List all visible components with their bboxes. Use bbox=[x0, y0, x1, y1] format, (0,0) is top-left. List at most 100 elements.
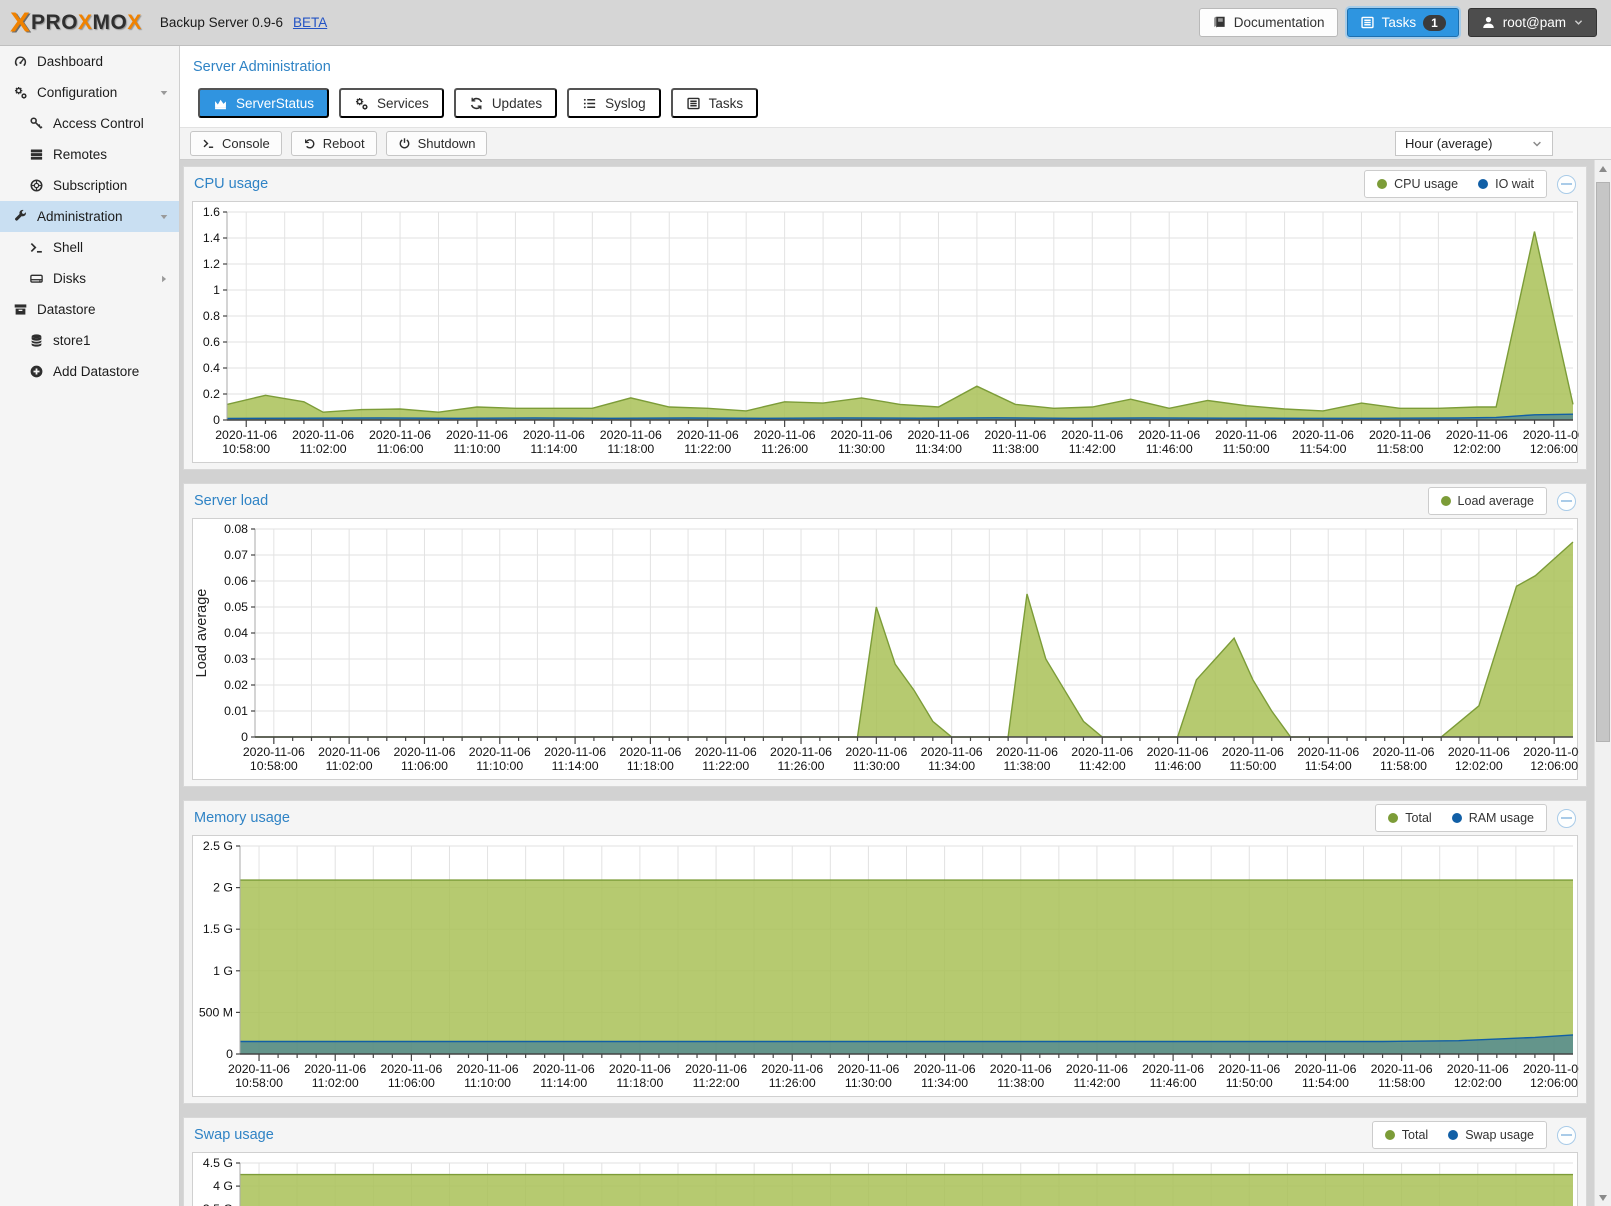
tab-syslog[interactable]: Syslog bbox=[567, 88, 661, 118]
legend-item-io-wait[interactable]: IO wait bbox=[1478, 177, 1534, 191]
svg-text:11:58:00: 11:58:00 bbox=[1380, 759, 1427, 773]
svg-text:2020-11-06: 2020-11-06 bbox=[457, 1062, 519, 1076]
timeframe-select[interactable]: Hour (average) bbox=[1395, 131, 1553, 156]
collapse-panel-icon[interactable] bbox=[1557, 1126, 1576, 1145]
svg-text:11:46:00: 11:46:00 bbox=[1146, 442, 1193, 456]
console-button[interactable]: Console bbox=[190, 131, 282, 156]
chart-legend: CPU usage IO wait bbox=[1364, 170, 1547, 198]
svg-text:11:50:00: 11:50:00 bbox=[1226, 1076, 1273, 1090]
sidebar-item-administration[interactable]: Administration bbox=[0, 201, 179, 232]
tab-serverstatus[interactable]: ServerStatus bbox=[198, 88, 329, 118]
user-menu-button[interactable]: root@pam bbox=[1468, 8, 1597, 37]
legend-dot bbox=[1478, 179, 1488, 189]
legend-item-total[interactable]: Total bbox=[1388, 811, 1431, 825]
panel-header: Memory usage Total RAM usage bbox=[184, 801, 1586, 835]
sidebar-item-shell[interactable]: Shell bbox=[0, 232, 179, 263]
legend-dot bbox=[1388, 813, 1398, 823]
svg-text:11:06:00: 11:06:00 bbox=[401, 759, 448, 773]
svg-text:2020-11-06: 2020-11-06 bbox=[243, 745, 305, 759]
collapse-panel-icon[interactable] bbox=[1557, 809, 1576, 828]
svg-text:2020-11-06: 2020-11-06 bbox=[292, 428, 354, 442]
top-right-buttons: Documentation Tasks 1 root@pam bbox=[1199, 8, 1597, 37]
svg-text:11:30:00: 11:30:00 bbox=[838, 442, 885, 456]
sidebar-item-configuration[interactable]: Configuration bbox=[0, 77, 179, 108]
sidebar-item-disks[interactable]: Disks bbox=[0, 263, 179, 294]
legend-dot bbox=[1448, 1130, 1458, 1140]
collapse-panel-icon[interactable] bbox=[1557, 175, 1576, 194]
svg-text:10:58:00: 10:58:00 bbox=[235, 1076, 283, 1090]
svg-text:2020-11-06: 2020-11-06 bbox=[1523, 745, 1579, 759]
sidebar-item-subscription[interactable]: Subscription bbox=[0, 170, 179, 201]
caret-down-icon[interactable] bbox=[158, 87, 170, 99]
legend-label: IO wait bbox=[1495, 177, 1534, 191]
caret-down-icon[interactable] bbox=[158, 211, 170, 223]
svg-text:2020-11-06: 2020-11-06 bbox=[228, 1062, 290, 1076]
svg-text:2020-11-06: 2020-11-06 bbox=[393, 745, 455, 759]
svg-text:2020-11-06: 2020-11-06 bbox=[914, 1062, 976, 1076]
legend-item-ram-usage[interactable]: RAM usage bbox=[1452, 811, 1534, 825]
svg-text:1.5 G: 1.5 G bbox=[203, 922, 233, 936]
svg-text:11:10:00: 11:10:00 bbox=[476, 759, 523, 773]
svg-text:12:02:00: 12:02:00 bbox=[1455, 759, 1503, 773]
scrollbar-up-arrow[interactable] bbox=[1595, 160, 1611, 177]
svg-text:3.5 G: 3.5 G bbox=[203, 1202, 233, 1206]
chart-container: 0500 M1 G1.5 G2 G2.5 G3 G3.5 G4 G4.5 G20… bbox=[192, 1152, 1578, 1206]
sidebar-item-dashboard[interactable]: Dashboard bbox=[0, 46, 179, 77]
beta-link[interactable]: BETA bbox=[293, 15, 327, 30]
svg-text:2020-11-06: 2020-11-06 bbox=[1061, 428, 1123, 442]
collapse-panel-icon[interactable] bbox=[1557, 492, 1576, 511]
tab-bar: ServerStatus Services Updates Syslog Tasks bbox=[198, 88, 1611, 118]
svg-text:2020-11-06: 2020-11-06 bbox=[1294, 1062, 1356, 1076]
vertical-scrollbar[interactable] bbox=[1594, 160, 1611, 1206]
svg-text:11:18:00: 11:18:00 bbox=[627, 759, 674, 773]
memory-usage-panel: Memory usage TotalRAM usage 0500 M1 G1.5… bbox=[183, 800, 1587, 1104]
svg-text:11:10:00: 11:10:00 bbox=[453, 442, 500, 456]
scrollbar-thumb[interactable] bbox=[1596, 182, 1610, 742]
svg-text:11:46:00: 11:46:00 bbox=[1150, 1076, 1197, 1090]
panel-title: Memory usage bbox=[194, 810, 290, 826]
svg-text:11:14:00: 11:14:00 bbox=[540, 1076, 587, 1090]
svg-text:500 M: 500 M bbox=[199, 1005, 233, 1019]
svg-text:2020-11-06: 2020-11-06 bbox=[907, 428, 969, 442]
svg-text:2020-11-06: 2020-11-06 bbox=[318, 745, 380, 759]
svg-text:11:06:00: 11:06:00 bbox=[388, 1076, 435, 1090]
svg-text:11:34:00: 11:34:00 bbox=[915, 442, 962, 456]
legend-item-load-average[interactable]: Load average bbox=[1441, 494, 1534, 508]
panel-header: CPU usage CPU usage IO wait bbox=[184, 167, 1586, 201]
sidebar-item-access-control[interactable]: Access Control bbox=[0, 108, 179, 139]
svg-text:2020-11-06: 2020-11-06 bbox=[1138, 428, 1200, 442]
sidebar-item-add-datastore[interactable]: Add Datastore bbox=[0, 356, 179, 387]
tasks-button[interactable]: Tasks 1 bbox=[1347, 8, 1459, 37]
gears-icon bbox=[354, 96, 369, 111]
sidebar-item-store1[interactable]: store1 bbox=[0, 325, 179, 356]
svg-text:1: 1 bbox=[213, 283, 220, 297]
sidebar-item-label: Remotes bbox=[53, 147, 107, 162]
user-label: root@pam bbox=[1503, 15, 1566, 30]
svg-text:2020-11-06: 2020-11-06 bbox=[1292, 428, 1354, 442]
tasklist-icon bbox=[686, 96, 701, 111]
swap-usage-chart: 0500 M1 G1.5 G2 G2.5 G3 G3.5 G4 G4.5 G20… bbox=[193, 1153, 1579, 1206]
chart-container: 00.010.020.030.040.050.060.070.082020-11… bbox=[192, 518, 1578, 780]
legend-item-cpu-usage[interactable]: CPU usage bbox=[1377, 177, 1458, 191]
svg-text:1.4: 1.4 bbox=[203, 231, 220, 245]
tab-services[interactable]: Services bbox=[339, 88, 444, 118]
svg-text:11:22:00: 11:22:00 bbox=[684, 442, 731, 456]
svg-text:2020-11-06: 2020-11-06 bbox=[770, 745, 832, 759]
legend-item-total[interactable]: Total bbox=[1385, 1128, 1428, 1142]
svg-text:2020-11-06: 2020-11-06 bbox=[695, 745, 757, 759]
caret-right-icon[interactable] bbox=[158, 273, 170, 285]
svg-text:2020-11-06: 2020-11-06 bbox=[837, 1062, 899, 1076]
scrollbar-down-arrow[interactable] bbox=[1595, 1189, 1611, 1206]
tab-tasks[interactable]: Tasks bbox=[671, 88, 759, 118]
shutdown-button[interactable]: Shutdown bbox=[386, 131, 488, 156]
tab-updates[interactable]: Updates bbox=[454, 88, 557, 118]
toolbar-button-label: Reboot bbox=[323, 136, 365, 151]
legend-item-swap-usage[interactable]: Swap usage bbox=[1448, 1128, 1534, 1142]
svg-text:2020-11-06: 2020-11-06 bbox=[996, 745, 1058, 759]
documentation-button[interactable]: Documentation bbox=[1199, 8, 1338, 37]
svg-text:11:14:00: 11:14:00 bbox=[552, 759, 599, 773]
svg-text:0: 0 bbox=[241, 730, 248, 744]
reboot-button[interactable]: Reboot bbox=[291, 131, 377, 156]
sidebar-item-datastore[interactable]: Datastore bbox=[0, 294, 179, 325]
sidebar-item-remotes[interactable]: Remotes bbox=[0, 139, 179, 170]
